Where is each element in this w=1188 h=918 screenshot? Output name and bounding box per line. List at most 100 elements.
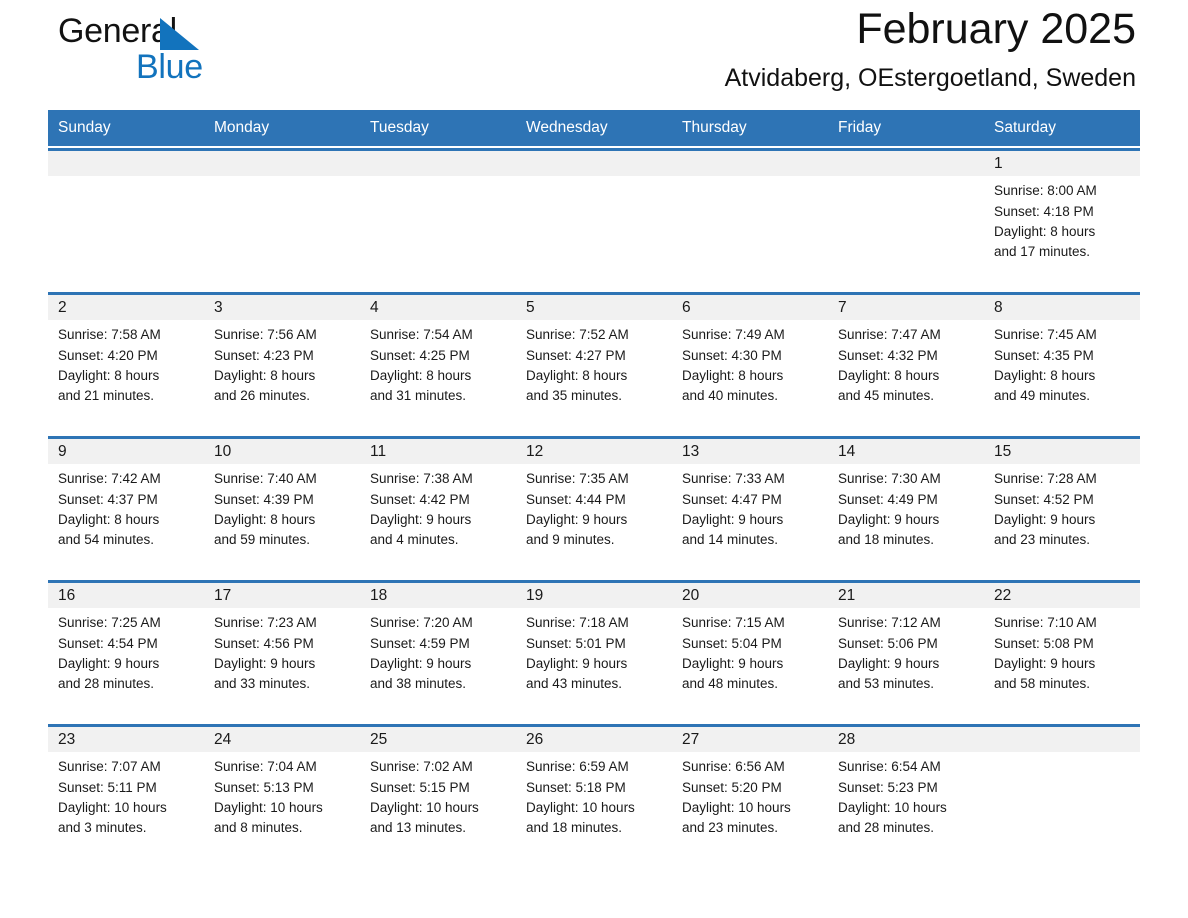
sunrise-text: Sunrise: 7:25 AM <box>58 615 161 631</box>
daylight-text-line2: and 4 minutes. <box>370 532 459 548</box>
day-details: Sunrise: 7:45 AM Sunset: 4:35 PM Dayligh… <box>984 320 1140 406</box>
day-cell[interactable] <box>516 151 672 281</box>
day-number-band: 2 <box>48 295 204 321</box>
day-cell[interactable]: 15 Sunrise: 7:28 AM Sunset: 4:52 PM Dayl… <box>984 439 1140 569</box>
day-number-band: 14 <box>828 439 984 465</box>
daylight-text-line1: Daylight: 9 hours <box>994 511 1096 527</box>
day-number-band: 20 <box>672 583 828 609</box>
day-number-band <box>360 151 516 177</box>
logo-text-blue: Blue <box>136 48 203 86</box>
day-number: 27 <box>682 731 700 749</box>
day-cell[interactable] <box>672 151 828 281</box>
day-cell[interactable]: 22 Sunrise: 7:10 AM Sunset: 5:08 PM Dayl… <box>984 583 1140 713</box>
day-cell[interactable] <box>360 151 516 281</box>
day-details: Sunrise: 7:42 AM Sunset: 4:37 PM Dayligh… <box>48 464 204 550</box>
daylight-text-line1: Daylight: 9 hours <box>526 655 628 671</box>
day-cell[interactable]: 23 Sunrise: 7:07 AM Sunset: 5:11 PM Dayl… <box>48 727 204 857</box>
day-number: 24 <box>214 731 232 749</box>
day-number-band: 5 <box>516 295 672 321</box>
day-number: 9 <box>58 443 67 461</box>
daylight-text-line1: Daylight: 10 hours <box>58 799 167 815</box>
daylight-text-line1: Daylight: 9 hours <box>370 511 472 527</box>
sunrise-text: Sunrise: 8:00 AM <box>994 183 1097 199</box>
day-cell[interactable]: 2 Sunrise: 7:58 AM Sunset: 4:20 PM Dayli… <box>48 295 204 425</box>
day-cell[interactable]: 1 Sunrise: 8:00 AM Sunset: 4:18 PM Dayli… <box>984 151 1140 281</box>
daylight-text-line2: and 31 minutes. <box>370 388 467 404</box>
day-cell[interactable]: 24 Sunrise: 7:04 AM Sunset: 5:13 PM Dayl… <box>204 727 360 857</box>
day-cell[interactable]: 10 Sunrise: 7:40 AM Sunset: 4:39 PM Dayl… <box>204 439 360 569</box>
day-cell[interactable]: 13 Sunrise: 7:33 AM Sunset: 4:47 PM Dayl… <box>672 439 828 569</box>
sunset-text: Sunset: 5:23 PM <box>838 779 938 795</box>
day-cell[interactable]: 14 Sunrise: 7:30 AM Sunset: 4:49 PM Dayl… <box>828 439 984 569</box>
daylight-text-line2: and 23 minutes. <box>994 532 1091 548</box>
page-title: February 2025 <box>856 5 1136 53</box>
day-cell[interactable]: 17 Sunrise: 7:23 AM Sunset: 4:56 PM Dayl… <box>204 583 360 713</box>
day-cell[interactable]: 28 Sunrise: 6:54 AM Sunset: 5:23 PM Dayl… <box>828 727 984 857</box>
day-cell[interactable]: 19 Sunrise: 7:18 AM Sunset: 5:01 PM Dayl… <box>516 583 672 713</box>
week-row: 1 Sunrise: 8:00 AM Sunset: 4:18 PM Dayli… <box>48 148 1140 281</box>
sunrise-text: Sunrise: 7:18 AM <box>526 615 629 631</box>
sunset-text: Sunset: 4:39 PM <box>214 491 314 507</box>
day-details: Sunrise: 7:07 AM Sunset: 5:11 PM Dayligh… <box>48 752 204 838</box>
sunset-text: Sunset: 5:18 PM <box>526 779 626 795</box>
day-number-band: 4 <box>360 295 516 321</box>
day-details: Sunrise: 7:18 AM Sunset: 5:01 PM Dayligh… <box>516 608 672 694</box>
day-cell[interactable]: 7 Sunrise: 7:47 AM Sunset: 4:32 PM Dayli… <box>828 295 984 425</box>
day-cell[interactable] <box>828 151 984 281</box>
daylight-text-line1: Daylight: 10 hours <box>682 799 791 815</box>
day-number: 15 <box>994 443 1012 461</box>
day-cell[interactable]: 9 Sunrise: 7:42 AM Sunset: 4:37 PM Dayli… <box>48 439 204 569</box>
day-number-band: 10 <box>204 439 360 465</box>
sunrise-text: Sunrise: 7:58 AM <box>58 327 161 343</box>
sunset-text: Sunset: 4:18 PM <box>994 203 1094 219</box>
daylight-text-line2: and 49 minutes. <box>994 388 1091 404</box>
weekday-header-friday: Friday <box>838 119 882 136</box>
day-cell[interactable]: 16 Sunrise: 7:25 AM Sunset: 4:54 PM Dayl… <box>48 583 204 713</box>
day-number: 20 <box>682 587 700 605</box>
daylight-text-line2: and 21 minutes. <box>58 388 155 404</box>
daylight-text-line2: and 53 minutes. <box>838 676 935 692</box>
daylight-text-line1: Daylight: 9 hours <box>682 511 784 527</box>
sunrise-text: Sunrise: 7:07 AM <box>58 759 161 775</box>
sunset-text: Sunset: 5:15 PM <box>370 779 470 795</box>
day-number-band <box>204 151 360 177</box>
daylight-text-line2: and 59 minutes. <box>214 532 311 548</box>
sunrise-text: Sunrise: 7:23 AM <box>214 615 317 631</box>
sunrise-text: Sunrise: 6:59 AM <box>526 759 629 775</box>
sunset-text: Sunset: 4:56 PM <box>214 635 314 651</box>
day-number: 18 <box>370 587 388 605</box>
day-number: 22 <box>994 587 1012 605</box>
day-details <box>984 752 1140 757</box>
day-cell[interactable]: 6 Sunrise: 7:49 AM Sunset: 4:30 PM Dayli… <box>672 295 828 425</box>
day-cell[interactable]: 3 Sunrise: 7:56 AM Sunset: 4:23 PM Dayli… <box>204 295 360 425</box>
day-cell[interactable]: 12 Sunrise: 7:35 AM Sunset: 4:44 PM Dayl… <box>516 439 672 569</box>
day-number-band: 7 <box>828 295 984 321</box>
day-number: 14 <box>838 443 856 461</box>
day-cell[interactable]: 8 Sunrise: 7:45 AM Sunset: 4:35 PM Dayli… <box>984 295 1140 425</box>
day-cell[interactable]: 18 Sunrise: 7:20 AM Sunset: 4:59 PM Dayl… <box>360 583 516 713</box>
day-number: 3 <box>214 299 223 317</box>
week-row: 16 Sunrise: 7:25 AM Sunset: 4:54 PM Dayl… <box>48 580 1140 713</box>
sunrise-text: Sunrise: 7:12 AM <box>838 615 941 631</box>
day-details: Sunrise: 6:59 AM Sunset: 5:18 PM Dayligh… <box>516 752 672 838</box>
daylight-text-line2: and 18 minutes. <box>526 820 623 836</box>
day-cell[interactable]: 4 Sunrise: 7:54 AM Sunset: 4:25 PM Dayli… <box>360 295 516 425</box>
day-number: 13 <box>682 443 700 461</box>
day-cell[interactable]: 26 Sunrise: 6:59 AM Sunset: 5:18 PM Dayl… <box>516 727 672 857</box>
day-cell[interactable]: 25 Sunrise: 7:02 AM Sunset: 5:15 PM Dayl… <box>360 727 516 857</box>
day-cell[interactable]: 27 Sunrise: 6:56 AM Sunset: 5:20 PM Dayl… <box>672 727 828 857</box>
day-cell[interactable]: 5 Sunrise: 7:52 AM Sunset: 4:27 PM Dayli… <box>516 295 672 425</box>
daylight-text-line1: Daylight: 9 hours <box>370 655 472 671</box>
day-cell[interactable]: 21 Sunrise: 7:12 AM Sunset: 5:06 PM Dayl… <box>828 583 984 713</box>
day-cell[interactable] <box>204 151 360 281</box>
sunset-text: Sunset: 5:04 PM <box>682 635 782 651</box>
day-cell[interactable]: 11 Sunrise: 7:38 AM Sunset: 4:42 PM Dayl… <box>360 439 516 569</box>
day-number-band: 21 <box>828 583 984 609</box>
day-cell[interactable] <box>984 727 1140 857</box>
day-cell[interactable]: 20 Sunrise: 7:15 AM Sunset: 5:04 PM Dayl… <box>672 583 828 713</box>
sunset-text: Sunset: 5:20 PM <box>682 779 782 795</box>
day-details: Sunrise: 7:10 AM Sunset: 5:08 PM Dayligh… <box>984 608 1140 694</box>
day-cell[interactable] <box>48 151 204 281</box>
sunset-text: Sunset: 4:30 PM <box>682 347 782 363</box>
weekday-header-row: Sunday Monday Tuesday Wednesday Thursday… <box>48 110 1140 147</box>
